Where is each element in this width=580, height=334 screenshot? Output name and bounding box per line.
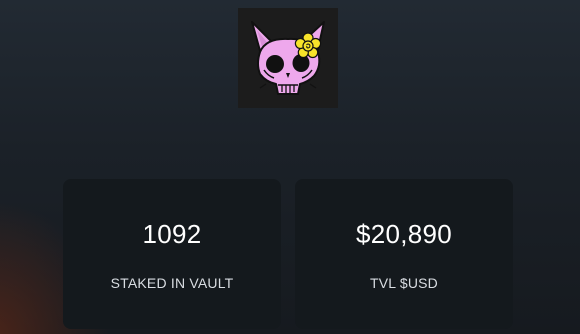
staked-in-vault-card: 1092 STAKED IN VAULT [63, 179, 281, 329]
tvl-value: $20,890 [355, 219, 453, 249]
cat-skull-icon [251, 21, 325, 95]
staked-count-value: 1092 [142, 219, 202, 249]
project-logo [238, 8, 338, 108]
staked-count-label: STAKED IN VAULT [110, 275, 234, 291]
tvl-label: TVL $USD [370, 275, 438, 291]
tvl-usd-card: $20,890 TVL $USD [295, 179, 513, 329]
